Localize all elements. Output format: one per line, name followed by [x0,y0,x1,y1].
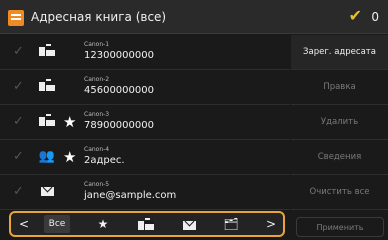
list-item[interactable]: ✓ Canon-1 12300000000 [0,35,290,70]
group-icon: 👥 [38,149,56,164]
filter-bar: < Все ★ 🗂 > [9,211,285,237]
list-item[interactable]: ✓ ★ Canon-3 78900000000 [0,105,290,140]
filter-network-folder-icon[interactable]: 🗂 [220,215,242,233]
checkbox-icon[interactable]: ✓ [13,114,24,129]
side-panel: Зарег. адресата Правка Удалить Сведения … [291,35,388,210]
page-title: Адресная книга (все) [31,10,167,24]
fax-icon [38,79,56,95]
clear-all-button[interactable]: Очистить все [291,175,388,210]
checkbox-icon[interactable]: ✓ [13,79,24,94]
fax-icon [38,114,56,130]
favorite-star-icon: ★ [63,113,77,131]
entry-name: Canon-2 [84,76,110,83]
details-button[interactable]: Сведения [291,140,388,175]
filter-favorite-star-icon[interactable]: ★ [94,215,112,233]
apply-button[interactable]: Применить [296,217,384,237]
checkbox-icon[interactable]: ✓ [13,44,24,59]
favorite-star-icon: ★ [63,148,77,166]
entry-value: 12300000000 [84,50,154,61]
edit-button[interactable]: Правка [291,70,388,105]
address-list: ✓ Canon-1 12300000000 ✓ Canon-2 45600000… [0,35,290,210]
filter-email-icon[interactable] [179,215,199,233]
fax-icon [38,44,56,60]
entry-name: Canon-5 [84,181,110,188]
entry-name: Canon-4 [84,146,110,153]
checkbox-icon[interactable]: ✓ [13,184,24,199]
list-item[interactable]: ✓ Canon-5 jane@sample.com [0,175,290,210]
entry-value: 2адрес. [84,155,125,166]
list-item[interactable]: ✓ Canon-2 45600000000 [0,70,290,105]
checkbox-icon[interactable]: ✓ [13,149,24,164]
entry-value: 45600000000 [84,85,154,96]
entry-name: Canon-1 [84,41,110,48]
register-destination-button[interactable]: Зарег. адресата [291,35,388,70]
filter-all-button[interactable]: Все [44,215,70,233]
entry-name: Canon-3 [84,111,110,118]
filter-fax-icon[interactable] [136,215,156,233]
filter-prev-button[interactable]: < [17,215,31,233]
address-book-icon [8,10,24,26]
list-item[interactable]: ✓ 👥 ★ Canon-4 2адрес. [0,140,290,175]
filter-next-button[interactable]: > [264,215,278,233]
entry-value: 78900000000 [84,120,154,131]
selected-count: 0 [371,10,379,24]
email-icon [38,184,56,200]
delete-button[interactable]: Удалить [291,105,388,140]
selected-check-icon: ✔ [348,6,362,25]
title-bar: Адресная книга (все) ✔ 0 [0,0,388,34]
entry-value: jane@sample.com [84,190,177,201]
